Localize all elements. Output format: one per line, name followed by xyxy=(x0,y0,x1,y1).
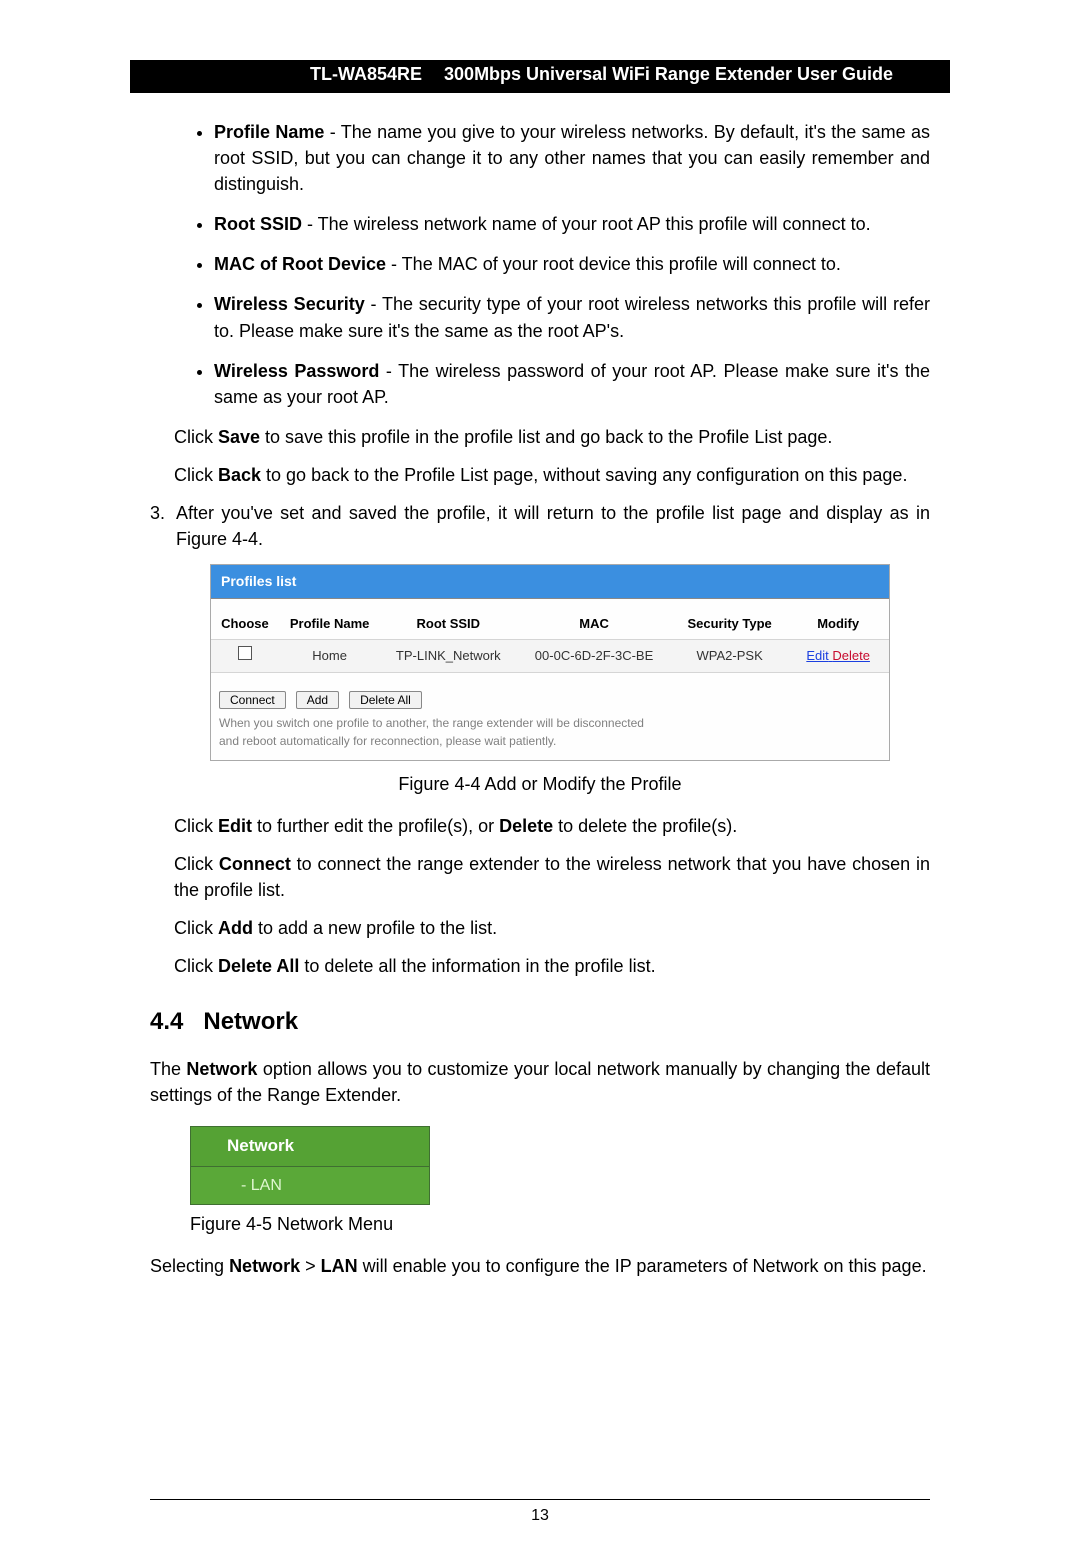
page-footer: 13 xyxy=(150,1499,930,1527)
edit-instruction: Click Edit to further edit the profile(s… xyxy=(174,813,930,839)
choose-checkbox[interactable] xyxy=(238,646,252,660)
step-number: 3. xyxy=(150,500,176,552)
col-choose: Choose xyxy=(211,609,279,640)
cell-choose xyxy=(211,640,279,673)
list-item: Profile Name - The name you give to your… xyxy=(214,119,930,197)
term: Profile Name xyxy=(214,122,324,142)
profiles-hint-1: When you switch one profile to another, … xyxy=(211,713,889,731)
save-instruction: Click Save to save this profile in the p… xyxy=(174,424,930,450)
definition: - The MAC of your root device this profi… xyxy=(386,254,841,274)
profiles-buttons: Connect Add Delete All xyxy=(211,673,889,713)
network-menu-header[interactable]: Network xyxy=(191,1127,429,1167)
delete-all-instruction: Click Delete All to delete all the infor… xyxy=(174,953,930,979)
network-menu: Network - LAN xyxy=(190,1126,430,1205)
page-number: 13 xyxy=(150,1504,930,1527)
cell-modify: Edit Delete xyxy=(787,640,889,673)
profiles-list-panel: Profiles list Choose Profile Name Root S… xyxy=(210,564,890,760)
list-item: MAC of Root Device - The MAC of your roo… xyxy=(214,251,930,277)
profiles-hint-2: and reboot automatically for reconnectio… xyxy=(211,731,889,749)
back-instruction: Click Back to go back to the Profile Lis… xyxy=(174,462,930,488)
connect-button[interactable]: Connect xyxy=(219,691,286,709)
term: MAC of Root Device xyxy=(214,254,386,274)
profiles-title: Profiles list xyxy=(211,565,889,598)
list-item: Wireless Password - The wireless passwor… xyxy=(214,358,930,410)
col-profile-name: Profile Name xyxy=(279,609,381,640)
section-name: Network xyxy=(203,1005,298,1040)
cell-root-ssid: TP-LINK_Network xyxy=(380,640,516,673)
col-security: Security Type xyxy=(672,609,787,640)
table-row: Home TP-LINK_Network 00-0C-6D-2F-3C-BE W… xyxy=(211,640,889,673)
list-item: Wireless Security - The security type of… xyxy=(214,291,930,343)
step-3: 3. After you've set and saved the profil… xyxy=(150,500,930,552)
definition: - The wireless network name of your root… xyxy=(302,214,871,234)
footer-rule xyxy=(150,1499,930,1500)
selecting-instruction: Selecting Network > LAN will enable you … xyxy=(150,1253,930,1279)
term: Root SSID xyxy=(214,214,302,234)
term: Wireless Password xyxy=(214,361,379,381)
edit-link[interactable]: Edit xyxy=(806,648,828,663)
connect-instruction: Click Connect to connect the range exten… xyxy=(174,851,930,903)
header-rule xyxy=(130,90,950,93)
model-label: TL-WA854RE xyxy=(130,60,432,90)
cell-security: WPA2-PSK xyxy=(672,640,787,673)
term: Wireless Security xyxy=(214,294,365,314)
cell-profile-name: Home xyxy=(279,640,381,673)
col-root-ssid: Root SSID xyxy=(380,609,516,640)
section-4-4-title: 4.4 Network xyxy=(150,1005,930,1040)
network-menu-item-lan[interactable]: - LAN xyxy=(191,1167,429,1204)
figure-4-5-caption: Figure 4-5 Network Menu xyxy=(190,1211,930,1237)
delete-link[interactable]: Delete xyxy=(832,648,870,663)
delete-all-button[interactable]: Delete All xyxy=(349,691,422,709)
definition-list: Profile Name - The name you give to your… xyxy=(214,119,930,410)
add-button[interactable]: Add xyxy=(296,691,339,709)
col-modify: Modify xyxy=(787,609,889,640)
add-instruction: Click Add to add a new profile to the li… xyxy=(174,915,930,941)
section-number: 4.4 xyxy=(150,1005,183,1040)
col-mac: MAC xyxy=(516,609,672,640)
table-header-row: Choose Profile Name Root SSID MAC Securi… xyxy=(211,609,889,640)
document-header: TL-WA854RE 300Mbps Universal WiFi Range … xyxy=(130,60,950,90)
network-intro: The Network option allows you to customi… xyxy=(150,1056,930,1108)
doc-title: 300Mbps Universal WiFi Range Extender Us… xyxy=(432,60,950,90)
cell-mac: 00-0C-6D-2F-3C-BE xyxy=(516,640,672,673)
profiles-table: Choose Profile Name Root SSID MAC Securi… xyxy=(211,609,889,674)
list-item: Root SSID - The wireless network name of… xyxy=(214,211,930,237)
figure-4-4-caption: Figure 4-4 Add or Modify the Profile xyxy=(150,771,930,797)
step-text: After you've set and saved the profile, … xyxy=(176,500,930,552)
